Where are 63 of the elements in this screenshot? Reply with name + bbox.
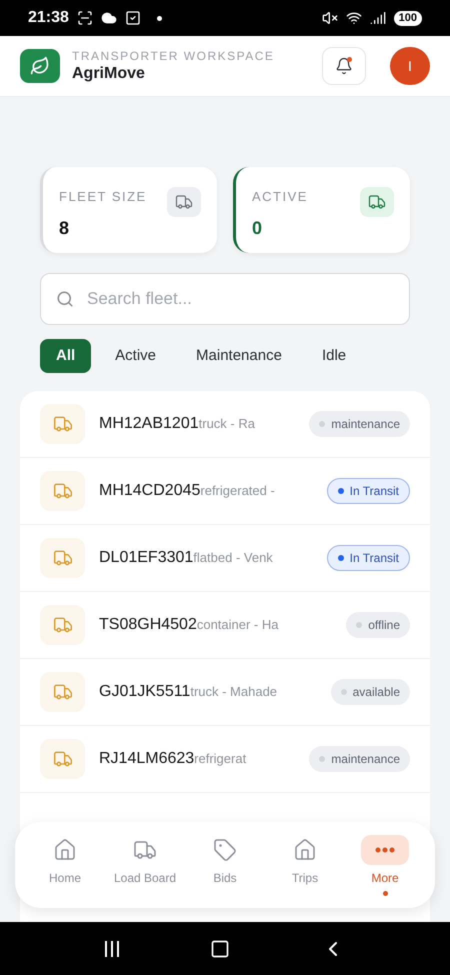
wifi-icon [346,10,362,26]
search-field[interactable]: Search fleet... [40,273,410,325]
truck-icon [40,538,85,578]
bell-icon [335,57,353,75]
truck-icon [40,404,85,444]
vehicle-row[interactable]: MH12AB1201truck - Ra maintenance [20,391,430,458]
stat-label: ACTIVE [252,188,309,206]
vehicle-plate: MH12AB1201 [99,414,199,434]
status-badge: maintenance [309,746,410,772]
stat-value: 8 [59,216,70,240]
truck-icon [40,605,85,645]
filter-tab[interactable]: Maintenance [180,339,298,373]
vehicle-plate: GJ01JK5511 [99,682,190,702]
vehicle-detail: refrigerated - [200,482,275,500]
stat-value: 0 [252,216,264,240]
clock: 21:38 [28,8,69,28]
status-badge: maintenance [309,411,410,437]
truck-icon [40,471,85,511]
vehicle-detail: container - Ha [196,616,278,634]
home-icon [53,838,77,862]
notification-button[interactable] [322,47,366,85]
vehicle-plate: TS08GH4502 [99,615,197,635]
nav-tab[interactable]: More [347,834,423,896]
filter-tab[interactable]: All [40,339,92,373]
battery-icon: 100 [394,10,422,26]
mute-icon [322,10,338,26]
status-badge: offline [346,612,410,638]
workspace-label: TRANSPORTER WORKSPACE [72,48,276,64]
filter-tab[interactable]: Idle [306,339,362,373]
status-badge: In Transit [326,478,410,504]
status-badge: available [330,679,410,705]
vehicle-row[interactable]: DL01EF3301flatbed - Venk In Transit [20,525,430,592]
truck-icon [40,672,85,712]
truck-icon [167,187,201,217]
search-icon [56,290,74,308]
status-badge: In Transit [326,545,410,571]
home-icon [293,838,317,862]
truck-icon [360,187,394,217]
filter-tab[interactable]: Active [99,339,172,373]
tag-icon [213,838,237,862]
more-icon [375,846,395,852]
vehicle-detail: truck - Mahade [190,683,278,701]
vehicle-row[interactable]: RJ14LM6623refrigerat maintenance [20,726,430,793]
home-button-icon[interactable] [210,938,230,958]
cloud-icon [100,10,117,26]
vehicle-plate: MH14CD2045 [99,481,200,501]
truck-icon [40,739,85,779]
stat-label: FLEET SIZE [59,188,148,206]
vehicle-detail: refrigerat [194,750,246,768]
avatar[interactable]: I [390,47,430,85]
vehicle-detail: flatbed - Venk [193,549,273,567]
signal-icon [370,10,386,26]
app-title: AgriMove [72,64,146,84]
checkbox-icon [124,10,141,26]
vehicle-row[interactable]: GJ01JK5511truck - Mahade available [20,659,430,726]
screenshot-icon [76,10,93,26]
vehicle-detail: truck - Ra [198,415,255,433]
vehicle-row[interactable]: MH14CD2045refrigerated - In Transit [20,458,430,525]
recent-apps-icon[interactable] [105,940,120,956]
vehicle-plate: DL01EF3301 [99,548,194,568]
leaf-logo-icon [20,49,60,83]
vehicle-plate: RJ14LM6623 [99,749,194,769]
vehicle-row[interactable]: TS08GH4502container - Ha offline [20,592,430,659]
